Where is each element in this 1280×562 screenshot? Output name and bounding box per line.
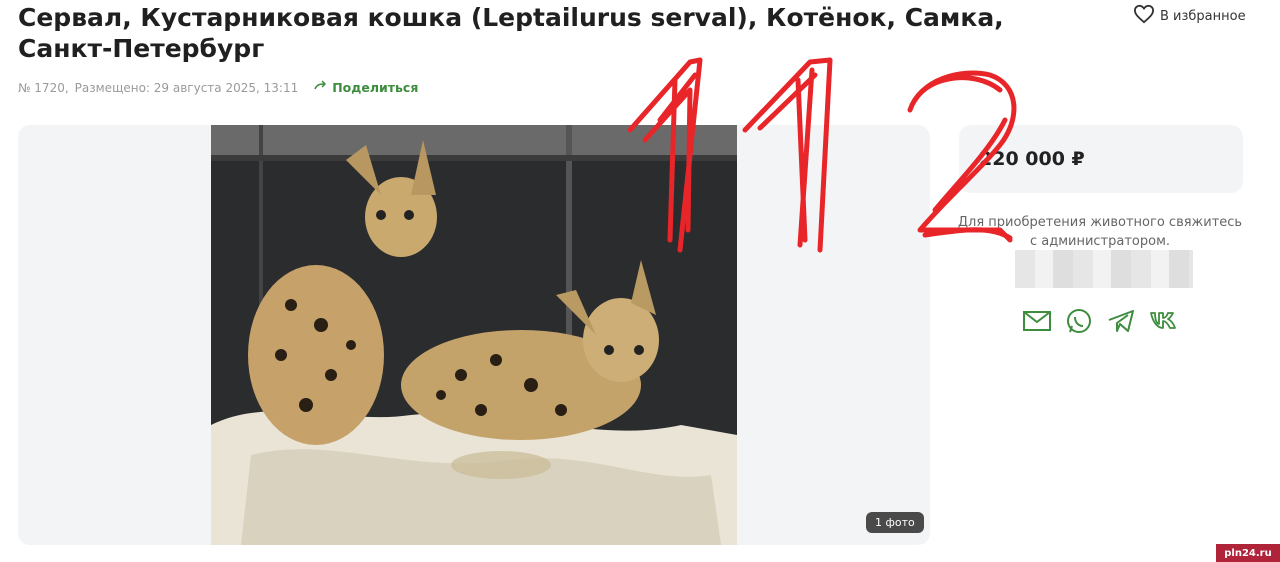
favorite-button[interactable]: В избранное xyxy=(1133,4,1246,28)
share-button[interactable]: Поделиться xyxy=(314,80,418,95)
share-label: Поделиться xyxy=(332,80,419,95)
mail-icon[interactable] xyxy=(1022,307,1052,335)
price-card: 220 000 ₽ xyxy=(959,125,1243,193)
favorite-label: В избранное xyxy=(1160,8,1246,24)
contact-note: Для приобретения животного свяжитесь с а… xyxy=(957,215,1243,249)
posted-date: Размещено: 29 августа 2025, 13:11 xyxy=(74,80,299,95)
vk-icon[interactable] xyxy=(1148,307,1178,335)
whatsapp-icon[interactable] xyxy=(1064,307,1094,335)
listing-photo[interactable] xyxy=(211,125,737,545)
heart-icon xyxy=(1133,4,1155,28)
price: 220 000 ₽ xyxy=(979,148,1085,170)
telegram-icon[interactable] xyxy=(1106,307,1136,335)
photo-gallery: 1 фото xyxy=(18,125,930,545)
page-title: Сервал, Кустарниковая кошка (Leptailurus… xyxy=(18,3,1004,63)
social-buttons xyxy=(1022,307,1178,335)
share-icon xyxy=(314,80,328,95)
watermark: pln24.ru xyxy=(1216,544,1280,562)
listing-meta: № 1720, Размещено: 29 августа 2025, 13:1… xyxy=(18,80,418,95)
listing-number: № 1720, xyxy=(18,80,69,95)
photo-count-badge: 1 фото xyxy=(866,512,924,533)
phone-number-blurred xyxy=(1015,250,1193,288)
